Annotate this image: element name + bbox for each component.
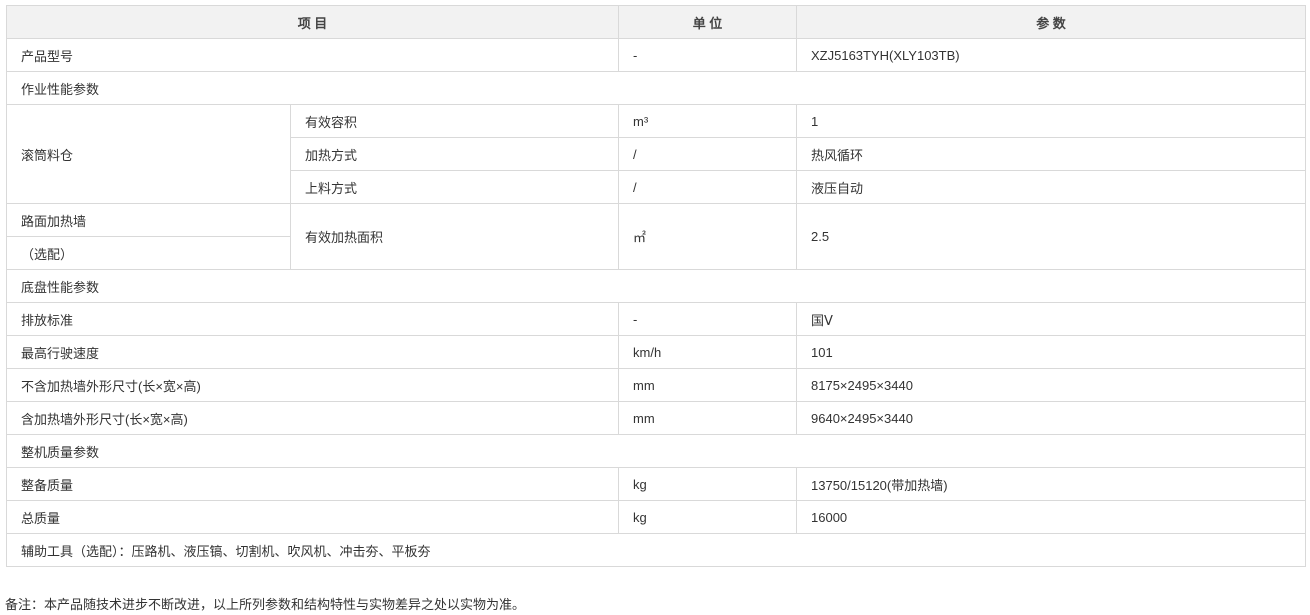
row-label: 总质量 — [6, 500, 619, 534]
table-row: 最高行驶速度 km/h 101 — [6, 335, 1306, 369]
footnote: 备注：本产品随技术进步不断改进，以上所列参数和结构特性与实物差异之处以实物为准。 — [5, 597, 526, 612]
table-row: 整备质量 kg 13750/15120(带加热墙) — [6, 467, 1306, 501]
row-label: 不含加热墙外形尺寸(长×宽×高) — [6, 368, 619, 402]
section-row: 底盘性能参数 — [6, 269, 1306, 303]
row-label: 加热方式 — [290, 137, 619, 171]
row-unit: / — [618, 170, 797, 204]
header-param: 参 数 — [796, 5, 1306, 39]
row-unit: km/h — [618, 335, 797, 369]
row-unit: - — [618, 302, 797, 336]
row-value: 热风循环 — [796, 137, 1306, 171]
row-label: 整备质量 — [6, 467, 619, 501]
section-title: 整机质量参数 — [6, 434, 1306, 468]
row-value: 13750/15120(带加热墙) — [796, 467, 1306, 501]
tools-row: 辅助工具（选配）：压路机、液压镐、切割机、吹风机、冲击夯、平板夯 — [6, 533, 1306, 567]
row-value: 国Ⅴ — [796, 302, 1306, 336]
section-title: 底盘性能参数 — [6, 269, 1306, 303]
row-label: 产品型号 — [6, 38, 619, 72]
group-label: 滚筒料仓 — [6, 104, 291, 204]
row-unit: ㎡ — [618, 203, 797, 270]
row-value: 9640×2495×3440 — [796, 401, 1306, 435]
row-unit: - — [618, 38, 797, 72]
row-value: 101 — [796, 335, 1306, 369]
table-row: 不含加热墙外形尺寸(长×宽×高) mm 8175×2495×3440 — [6, 368, 1306, 402]
row-unit: mm — [618, 368, 797, 402]
row-value: 8175×2495×3440 — [796, 368, 1306, 402]
row-unit: mm — [618, 401, 797, 435]
section-row: 整机质量参数 — [6, 434, 1306, 468]
table-row: 滚筒料仓 有效容积 m³ 1 — [6, 104, 1306, 204]
row-label: 含加热墙外形尺寸(长×宽×高) — [6, 401, 619, 435]
row-unit: kg — [618, 467, 797, 501]
header-unit: 单 位 — [618, 5, 797, 39]
header-row: 项 目 单 位 参 数 — [6, 5, 1306, 39]
row-value: 16000 — [796, 500, 1306, 534]
row-value: XZJ5163TYH(XLY103TB) — [796, 38, 1306, 72]
row-value: 1 — [796, 104, 1306, 138]
table-row: 辅助工具（选配）：压路机、液压镐、切割机、吹风机、冲击夯、平板夯 — [6, 533, 1306, 567]
group-label: 路面加热墙 — [6, 203, 291, 237]
section-row: 作业性能参数 — [6, 71, 1306, 105]
table-row: 排放标准 - 国Ⅴ — [6, 302, 1306, 336]
row-label: 排放标准 — [6, 302, 619, 336]
row-label: 上料方式 — [290, 170, 619, 204]
row-unit: m³ — [618, 104, 797, 138]
table-row: 路面加热墙 有效加热面积 ㎡ 2.5 — [6, 203, 1306, 270]
row-value: 2.5 — [796, 203, 1306, 270]
spec-table: 项 目 单 位 参 数 产品型号 - XZJ5163TYH(XLY103TB) … — [6, 5, 1306, 567]
row-unit: / — [618, 137, 797, 171]
row-label: 有效容积 — [290, 104, 619, 138]
row-value: 液压自动 — [796, 170, 1306, 204]
group-label-note: （选配） — [6, 236, 291, 270]
row-label: 有效加热面积 — [290, 203, 619, 270]
row-label: 最高行驶速度 — [6, 335, 619, 369]
section-title: 作业性能参数 — [6, 71, 1306, 105]
header-item: 项 目 — [6, 5, 619, 39]
row-unit: kg — [618, 500, 797, 534]
table-row: 总质量 kg 16000 — [6, 500, 1306, 534]
table-row: 含加热墙外形尺寸(长×宽×高) mm 9640×2495×3440 — [6, 401, 1306, 435]
table-row: 产品型号 - XZJ5163TYH(XLY103TB) — [6, 38, 1306, 72]
